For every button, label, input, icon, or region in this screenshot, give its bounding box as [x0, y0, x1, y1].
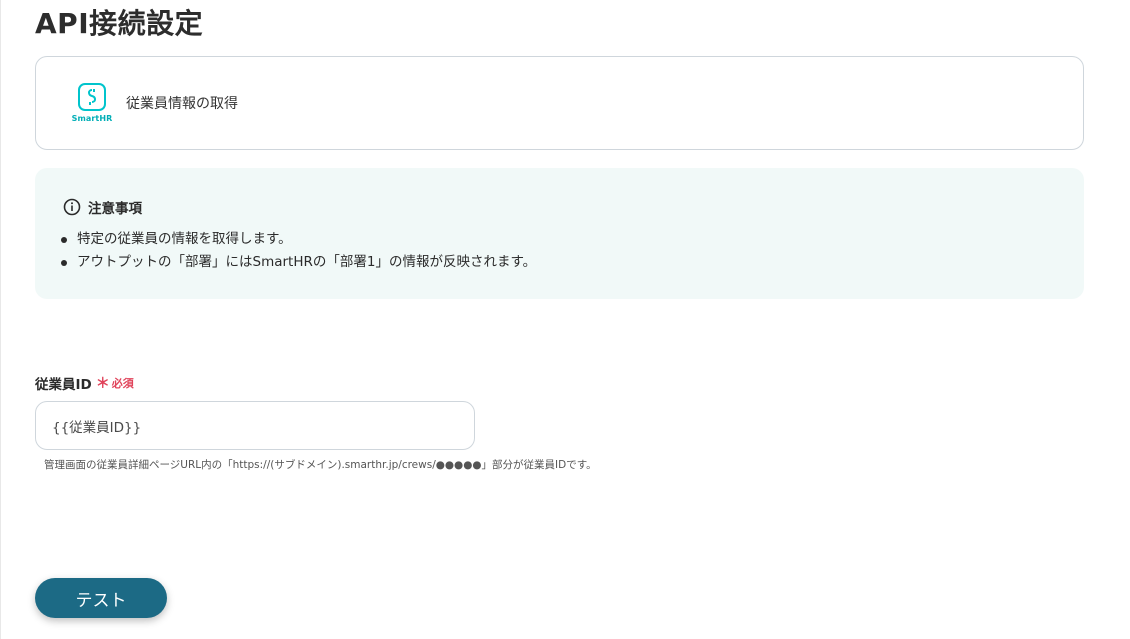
- employee-id-help: 管理画面の従業員詳細ページURL内の「https://(サブドメイン).smar…: [44, 459, 597, 471]
- employee-id-label-text: 従業員ID: [35, 377, 92, 393]
- required-label: 必須: [111, 377, 134, 390]
- info-icon: [63, 198, 81, 216]
- notice-list: 特定の従業員の情報を取得します。 アウトプットの「部署」にはSmartHRの「部…: [59, 228, 536, 274]
- smarthr-logo-icon: [78, 83, 106, 111]
- employee-id-label: 従業員ID ＊ 必須: [35, 373, 134, 393]
- app-action-card: SmartHR 従業員情報の取得: [35, 56, 1084, 150]
- smarthr-logo-text: SmartHR: [71, 114, 113, 123]
- smarthr-logo: SmartHR: [68, 83, 116, 123]
- notice-item: 特定の従業員の情報を取得します。: [59, 228, 536, 251]
- test-button[interactable]: テスト: [35, 578, 167, 618]
- employee-id-input[interactable]: [35, 401, 475, 450]
- notice-heading-text: 注意事項: [88, 201, 142, 217]
- api-settings-page: API接続設定 SmartHR 従業員情報の取得 注意事項 特定の従業員の情報を…: [0, 0, 1130, 639]
- notice-item: アウトプットの「部署」にはSmartHRの「部署1」の情報が反映されます。: [59, 251, 536, 274]
- notice-box: 注意事項 特定の従業員の情報を取得します。 アウトプットの「部署」にはSmart…: [35, 168, 1084, 299]
- page-title: API接続設定: [35, 7, 204, 40]
- app-action-label: 従業員情報の取得: [126, 96, 238, 112]
- notice-heading: 注意事項: [63, 197, 142, 217]
- required-asterisk-icon: ＊: [95, 376, 110, 392]
